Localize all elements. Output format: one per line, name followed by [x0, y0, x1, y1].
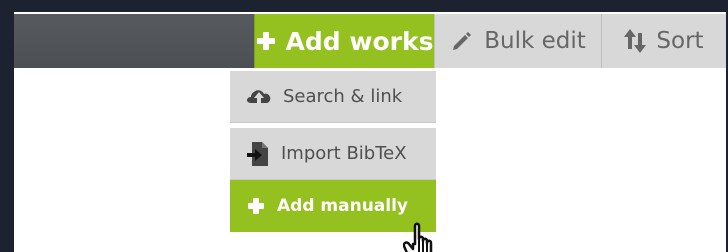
add-works-label: Add works	[285, 26, 434, 56]
cloud-upload-icon	[247, 87, 271, 107]
plus-icon	[256, 31, 276, 51]
hand-pointer-icon	[402, 218, 439, 252]
search-link-label: Search & link	[283, 86, 403, 107]
bulk-edit-label: Bulk edit	[484, 28, 586, 54]
search-link-menu-item[interactable]: Search & link	[230, 71, 436, 123]
import-bibtex-label: Import BibTeX	[281, 143, 407, 164]
sort-button[interactable]: Sort	[601, 14, 726, 68]
add-manually-label: Add manually	[277, 196, 409, 216]
import-bibtex-menu-item[interactable]: Import BibTeX	[230, 128, 436, 180]
sort-label: Sort	[656, 28, 704, 54]
bulk-edit-button[interactable]: Bulk edit	[434, 14, 601, 68]
pencil-icon	[450, 29, 474, 53]
sort-icon	[624, 29, 647, 53]
import-file-icon	[247, 141, 269, 166]
add-works-button[interactable]: Add works	[254, 14, 434, 68]
plus-icon	[247, 197, 265, 215]
app-screenshot: Add works Bulk edit Sort Search & link I…	[14, 12, 726, 252]
